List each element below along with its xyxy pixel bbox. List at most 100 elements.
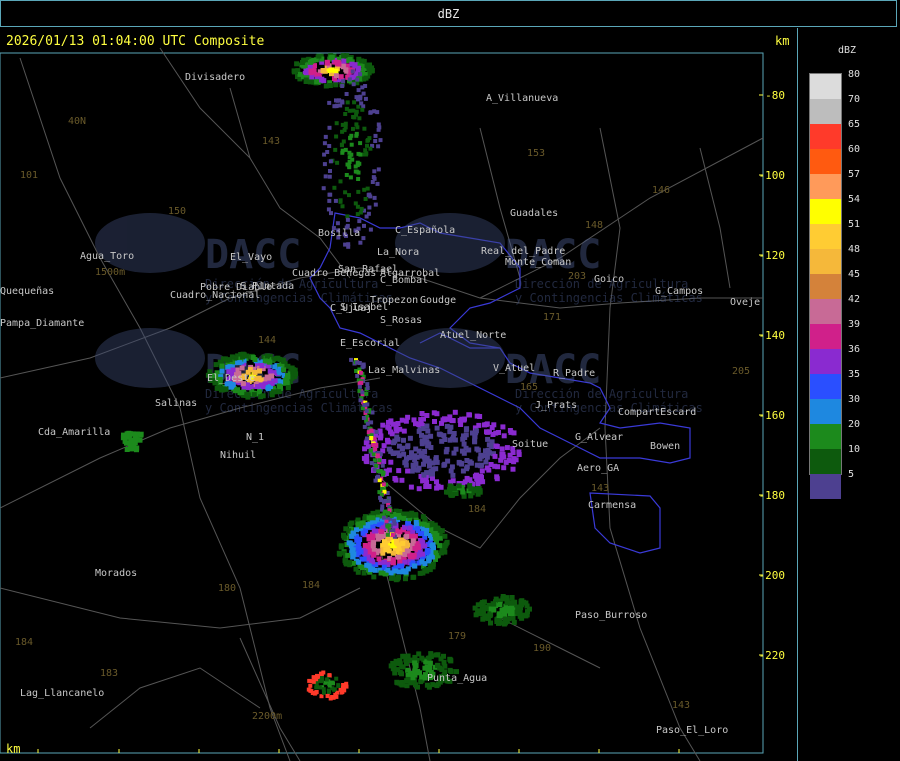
echo-pixel (235, 387, 240, 393)
echo-pixel (344, 92, 349, 96)
echo-pixel (445, 489, 451, 495)
echo-pixel (272, 364, 278, 370)
echo-pixel (333, 68, 339, 74)
echo-pixel (396, 468, 402, 474)
echo-pixel (380, 463, 385, 468)
echo-pixel (380, 422, 386, 428)
echo-pixel (343, 190, 348, 195)
echo-pixel (415, 545, 421, 551)
echo-pixel (327, 100, 332, 105)
echo-pixel (285, 374, 291, 380)
place-label: E_Escorial (340, 338, 400, 349)
route-label: 184 (15, 637, 33, 648)
echo-pixel (390, 550, 396, 556)
echo-pixel (404, 661, 409, 667)
echo-pixel (416, 428, 422, 434)
echo-pixel (354, 131, 359, 136)
radar-map[interactable]: DACC DACC DACC DACC Dirección de Agricul… (0, 28, 798, 761)
echo-pixel (340, 150, 345, 155)
echo-pixel (356, 177, 361, 181)
echo-pixel (400, 445, 405, 451)
echo-pixel (354, 109, 359, 114)
echo-pixel (390, 660, 396, 666)
echo-pixel (385, 567, 391, 573)
legend-label-36: 36 (848, 344, 861, 355)
echo-pixel (381, 539, 387, 545)
echo-pixel (343, 67, 349, 73)
echo-pixel (334, 134, 339, 139)
echo-pixel (321, 687, 326, 692)
echo-pixel (458, 460, 464, 466)
echo-pixel (363, 84, 368, 88)
legend-label-80: 80 (848, 69, 861, 80)
echo-pixel (368, 448, 373, 453)
echo-pixel (387, 523, 392, 528)
echo-pixel (467, 477, 473, 483)
echo-pixel (343, 121, 348, 126)
map-panel[interactable]: DACC DACC DACC DACC Dirección de Agricul… (0, 28, 798, 761)
echo-pixel (412, 660, 418, 666)
echo-pixel (345, 214, 350, 219)
place-label: Algarrobal (380, 268, 440, 279)
scan-timestamp: 2026/01/13 01:04:00 UTC Composite (6, 34, 265, 49)
echo-pixel (424, 455, 430, 461)
echo-pixel (376, 167, 381, 172)
echo-pixel (434, 485, 440, 491)
echo-pixel (361, 570, 367, 576)
echo-pixel (334, 694, 339, 699)
echo-pixel (364, 459, 370, 465)
echo-pixel (410, 675, 416, 681)
echo-pixel (427, 660, 433, 666)
echo-pixel (351, 115, 356, 119)
echo-pixel (439, 438, 445, 444)
echo-pixel (469, 430, 475, 436)
echo-pixel (405, 653, 411, 659)
legend-swatch-54 (810, 199, 841, 224)
legend-label-45: 45 (848, 269, 861, 280)
echo-pixel (359, 101, 364, 106)
legend-swatch-51 (810, 224, 841, 249)
echo-pixel (431, 410, 437, 416)
echo-pixel (527, 606, 532, 612)
echo-pixel (434, 532, 440, 538)
echo-pixel (475, 610, 481, 616)
echo-pixel (407, 435, 413, 441)
echo-pixel (314, 690, 319, 695)
echo-pixel (377, 490, 382, 495)
echo-pixel (349, 357, 354, 362)
echo-pixel (363, 96, 368, 101)
echo-pixel (428, 445, 434, 450)
echo-pixel (357, 219, 362, 224)
echo-pixel (482, 615, 488, 621)
echo-pixel (421, 472, 427, 478)
echo-pixel (323, 174, 328, 179)
echo-pixel (419, 655, 425, 661)
echo-pixel (460, 468, 466, 474)
echo-pixel (271, 389, 276, 395)
echo-pixel (396, 514, 402, 520)
echo-pixel (397, 426, 403, 432)
echo-pixel (370, 535, 376, 541)
route-labels: 143 153 146 148 150 101 40N 203 171 144 165 205 184 1… (15, 116, 750, 722)
echo-pixel (484, 421, 490, 427)
place-label: Salinas (155, 398, 197, 409)
echo-pixel (381, 482, 386, 487)
echo-pixel (347, 193, 351, 198)
echo-pixel (459, 416, 465, 422)
echo-pixel (239, 365, 245, 371)
echo-pixel (424, 531, 429, 536)
echo-pixel (433, 550, 439, 556)
echo-pixel (252, 357, 258, 362)
echo-pixel (496, 613, 502, 618)
legend-swatch-35 (810, 374, 841, 399)
echo-pixel (316, 53, 322, 59)
echo-pixel (356, 56, 362, 62)
echo-pixel (327, 192, 332, 197)
echo-pixel (429, 554, 434, 560)
echo-pixel (456, 483, 462, 489)
echo-pixel (355, 360, 360, 365)
echo-pixel (323, 83, 329, 89)
echo-pixel (450, 478, 456, 484)
legend-swatch-48 (810, 249, 841, 274)
echo-pixel (388, 575, 394, 581)
